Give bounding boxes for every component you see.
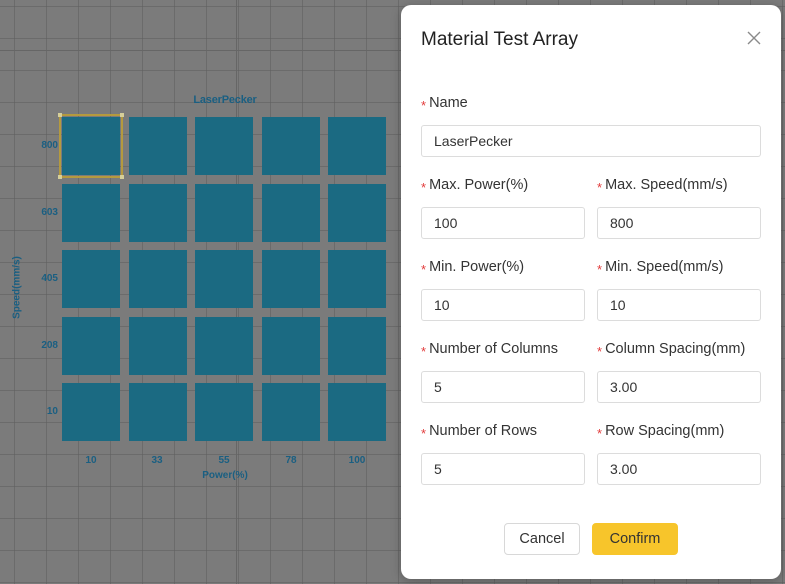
test-array-cell[interactable] (328, 383, 386, 441)
required-marker: * (421, 344, 427, 359)
num-rows-input[interactable] (421, 453, 585, 485)
num-columns-field-group: * Number of Columns (421, 341, 585, 403)
test-array-cell[interactable] (129, 184, 187, 242)
test-array-cell[interactable] (328, 250, 386, 308)
required-marker: * (421, 262, 427, 277)
test-array-cell[interactable] (262, 317, 320, 375)
required-marker: * (597, 262, 603, 277)
test-array-cell[interactable] (195, 383, 253, 441)
row-spacing-input[interactable] (597, 453, 761, 485)
test-array-cell[interactable] (129, 383, 187, 441)
column-label: 100 (348, 455, 366, 466)
test-array-cell[interactable] (328, 184, 386, 242)
max-power-label-text: Max. Power(%) (429, 177, 529, 193)
test-array-cell[interactable] (62, 184, 120, 242)
test-array-cell[interactable] (58, 113, 123, 179)
test-array-cell[interactable] (129, 250, 187, 308)
column-spacing-field-group: * Column Spacing(mm) (597, 341, 761, 403)
row-label: 603 (41, 207, 58, 218)
test-array-cell[interactable] (262, 117, 320, 175)
num-rows-field-group: * Number of Rows (421, 423, 585, 485)
test-array-cell[interactable] (328, 317, 386, 375)
test-array-cell[interactable] (62, 250, 120, 308)
row-label: 10 (46, 406, 58, 417)
test-array-cell[interactable] (129, 317, 187, 375)
column-label: 78 (285, 455, 297, 466)
test-array-cell[interactable] (62, 383, 120, 441)
cancel-button[interactable]: Cancel (504, 523, 580, 555)
test-array-cell[interactable] (129, 117, 187, 175)
min-speed-field-group: * Min. Speed(mm/s) (597, 259, 761, 321)
test-array-cell[interactable] (262, 383, 320, 441)
column-label: 55 (218, 455, 230, 466)
test-array-cell[interactable] (195, 317, 253, 375)
column-spacing-input[interactable] (597, 371, 761, 403)
x-axis-label: Power(%) (202, 470, 248, 481)
min-speed-label-text: Min. Speed(mm/s) (605, 259, 724, 275)
row-spacing-label: * Row Spacing(mm) (597, 423, 761, 443)
max-speed-label: * Max. Speed(mm/s) (597, 177, 761, 197)
max-speed-label-text: Max. Speed(mm/s) (605, 177, 728, 193)
max-power-field-group: * Max. Power(%) (421, 177, 585, 239)
num-columns-label-text: Number of Columns (429, 341, 558, 357)
confirm-button[interactable]: Confirm (592, 523, 678, 555)
test-array-cell[interactable] (262, 184, 320, 242)
material-test-array-dialog: Material Test Array *Name *Max. Power(%)… (401, 5, 781, 579)
name-field-group: * Name (421, 95, 761, 157)
min-power-label-text: Min. Power(%) (429, 259, 525, 275)
test-array-cell[interactable] (328, 117, 386, 175)
min-power-input[interactable] (421, 289, 585, 321)
row-label: 800 (41, 140, 58, 151)
test-array-cell[interactable] (62, 317, 120, 375)
row-spacing-label-text: Row Spacing(mm) (605, 423, 725, 439)
column-spacing-label-text: Column Spacing(mm) (605, 341, 746, 357)
name-input[interactable] (421, 125, 761, 157)
min-speed-label: * Min. Speed(mm/s) (597, 259, 761, 279)
dialog-title: Material Test Array (421, 29, 578, 50)
max-power-input[interactable] (421, 207, 585, 239)
column-spacing-label: * Column Spacing(mm) (597, 341, 761, 361)
column-label: 10 (85, 455, 97, 466)
num-rows-label: * Number of Rows (421, 423, 585, 443)
y-axis-label: Speed(mm/s) (11, 256, 23, 319)
required-marker: * (421, 98, 427, 113)
num-rows-label-text: Number of Rows (429, 423, 538, 439)
required-marker: * (597, 180, 603, 195)
name-label: * Name (421, 95, 761, 115)
min-power-field-group: * Min. Power(%) (421, 259, 585, 321)
row-label: 405 (41, 273, 58, 284)
num-columns-label: * Number of Columns (421, 341, 585, 361)
min-speed-input[interactable] (597, 289, 761, 321)
row-label: 208 (41, 340, 58, 351)
required-marker: * (421, 180, 427, 195)
array-title: LaserPecker (193, 94, 257, 106)
name-label-text: Name (429, 95, 468, 111)
required-marker: * (597, 426, 603, 441)
max-speed-field-group: * Max. Speed(mm/s) (597, 177, 761, 239)
close-icon[interactable] (745, 29, 763, 47)
min-power-label: * Min. Power(%) (421, 259, 585, 279)
test-array-cell[interactable] (195, 184, 253, 242)
test-array-cell[interactable] (195, 117, 253, 175)
num-columns-input[interactable] (421, 371, 585, 403)
column-label: 33 (151, 455, 163, 466)
required-marker: * (421, 426, 427, 441)
max-speed-input[interactable] (597, 207, 761, 239)
max-power-label: * Max. Power(%) (421, 177, 585, 197)
test-array-cell[interactable] (195, 250, 253, 308)
row-spacing-field-group: * Row Spacing(mm) (597, 423, 761, 485)
test-array-cell[interactable] (262, 250, 320, 308)
required-marker: * (597, 344, 603, 359)
